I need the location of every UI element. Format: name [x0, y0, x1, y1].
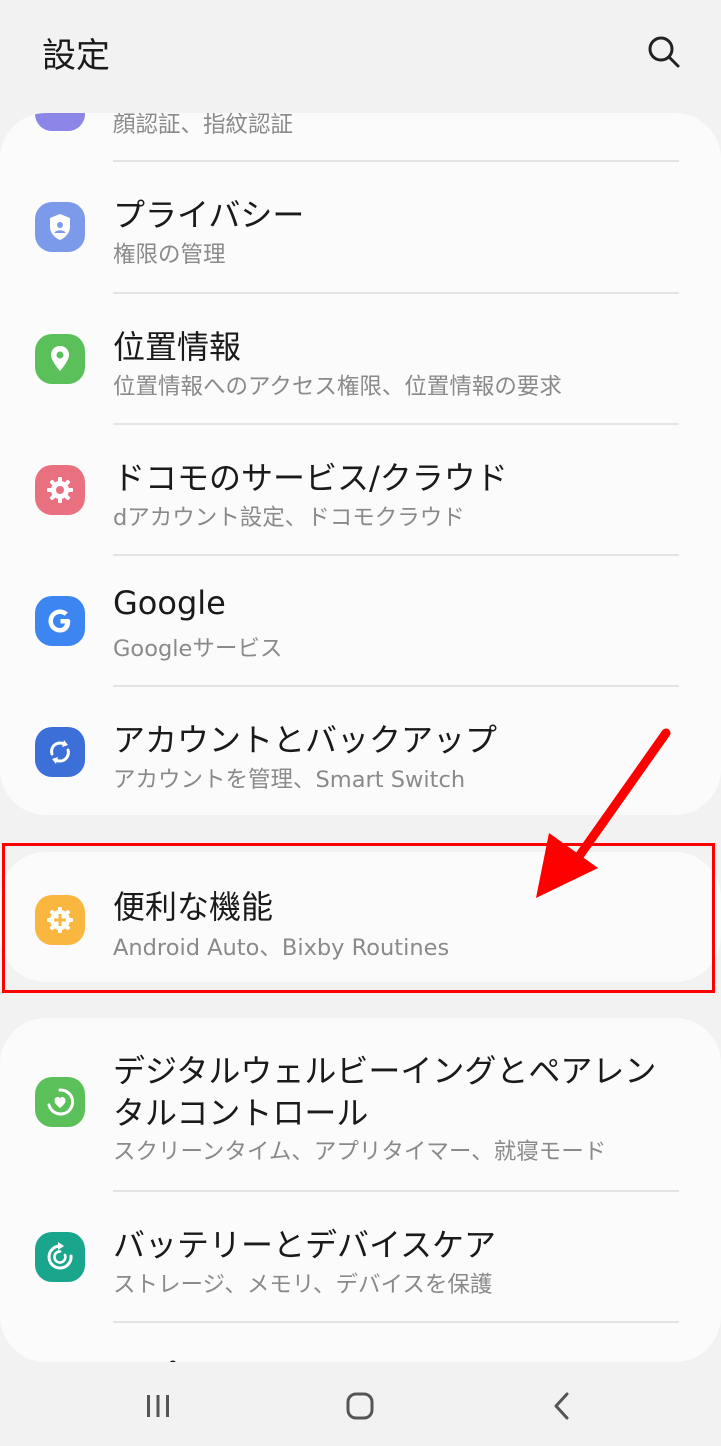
list-item-privacy[interactable]: プライバシー 権限の管理 [0, 162, 721, 292]
list-item-subtitle: 位置情報へのアクセス権限、位置情報の要求 [113, 374, 562, 400]
list-item-title: アプリ [113, 1351, 209, 1362]
list-item-title: バッテリーとデバイスケア [113, 1226, 497, 1264]
list-item-google[interactable]: Google Googleサービス [0, 556, 721, 686]
back-icon[interactable] [542, 1386, 582, 1426]
list-item-accounts-backup[interactable]: アカウントとバックアップ アカウントを管理、Smart Switch [0, 687, 721, 815]
settings-card-wellbeing-care: デジタルウェルビーイングとペアレン タルコントロール スクリーンタイム、アプリタ… [0, 1018, 721, 1362]
list-item-subtitle: 顔認証、指紋認証 [113, 113, 294, 138]
list-item-subtitle: 権限の管理 [113, 242, 226, 268]
list-item-docomo-services[interactable]: ドコモのサービス/クラウド dアカウント設定、ドコモクラウド [0, 425, 721, 555]
list-item-title-line1: デジタルウェルビーイングとペアレン [113, 1052, 657, 1090]
list-item-subtitle: アカウントを管理、Smart Switch [113, 767, 466, 793]
page-title: 設定 [42, 36, 110, 76]
list-item-subtitle: Googleサービス [113, 636, 283, 662]
list-item-biometrics-partial[interactable]: 顔認証、指紋認証 [0, 113, 721, 163]
app-header: 設定 [0, 0, 721, 104]
list-item-apps-partial[interactable]: アプリ [0, 1323, 721, 1362]
wellbeing-heart-icon [35, 1077, 85, 1127]
annotation-highlight-box [2, 843, 715, 993]
list-item-title: 位置情報 [113, 328, 242, 366]
list-item-title: Google [113, 584, 226, 622]
list-item-subtitle: ストレージ、メモリ、デバイスを保護 [113, 1272, 493, 1298]
system-navigation-bar [0, 1362, 721, 1446]
recent-apps-icon[interactable] [138, 1386, 178, 1426]
list-item-location[interactable]: 位置情報 位置情報へのアクセス権限、位置情報の要求 [0, 294, 721, 424]
list-item-subtitle: dアカウント設定、ドコモクラウド [113, 505, 465, 531]
location-pin-icon [35, 334, 85, 384]
list-item-digital-wellbeing[interactable]: デジタルウェルビーイングとペアレン タルコントロール スクリーンタイム、アプリタ… [0, 1018, 721, 1190]
search-icon [648, 36, 680, 68]
list-item-title: ドコモのサービス/クラウド [113, 459, 508, 497]
search-button[interactable] [640, 28, 688, 76]
list-item-title: アカウントとバックアップ [113, 721, 498, 759]
sync-icon [35, 727, 85, 777]
list-item-battery-device-care[interactable]: バッテリーとデバイスケア ストレージ、メモリ、デバイスを保護 [0, 1192, 721, 1322]
biometrics-icon [35, 113, 85, 131]
list-item-title-line2: タルコントロール [113, 1094, 369, 1132]
list-item-subtitle: スクリーンタイム、アプリタイマー、就寝モード [113, 1139, 607, 1165]
home-icon[interactable] [340, 1386, 380, 1426]
settings-card-security-accounts: 顔認証、指紋認証 プライバシー 権限の管理 位置情報 位置情報へのアクセス権限、… [0, 113, 721, 815]
shield-user-icon [35, 202, 85, 252]
device-care-icon [35, 1232, 85, 1282]
google-icon [35, 596, 85, 646]
list-item-title: プライバシー [113, 196, 305, 234]
gear-icon [35, 465, 85, 515]
